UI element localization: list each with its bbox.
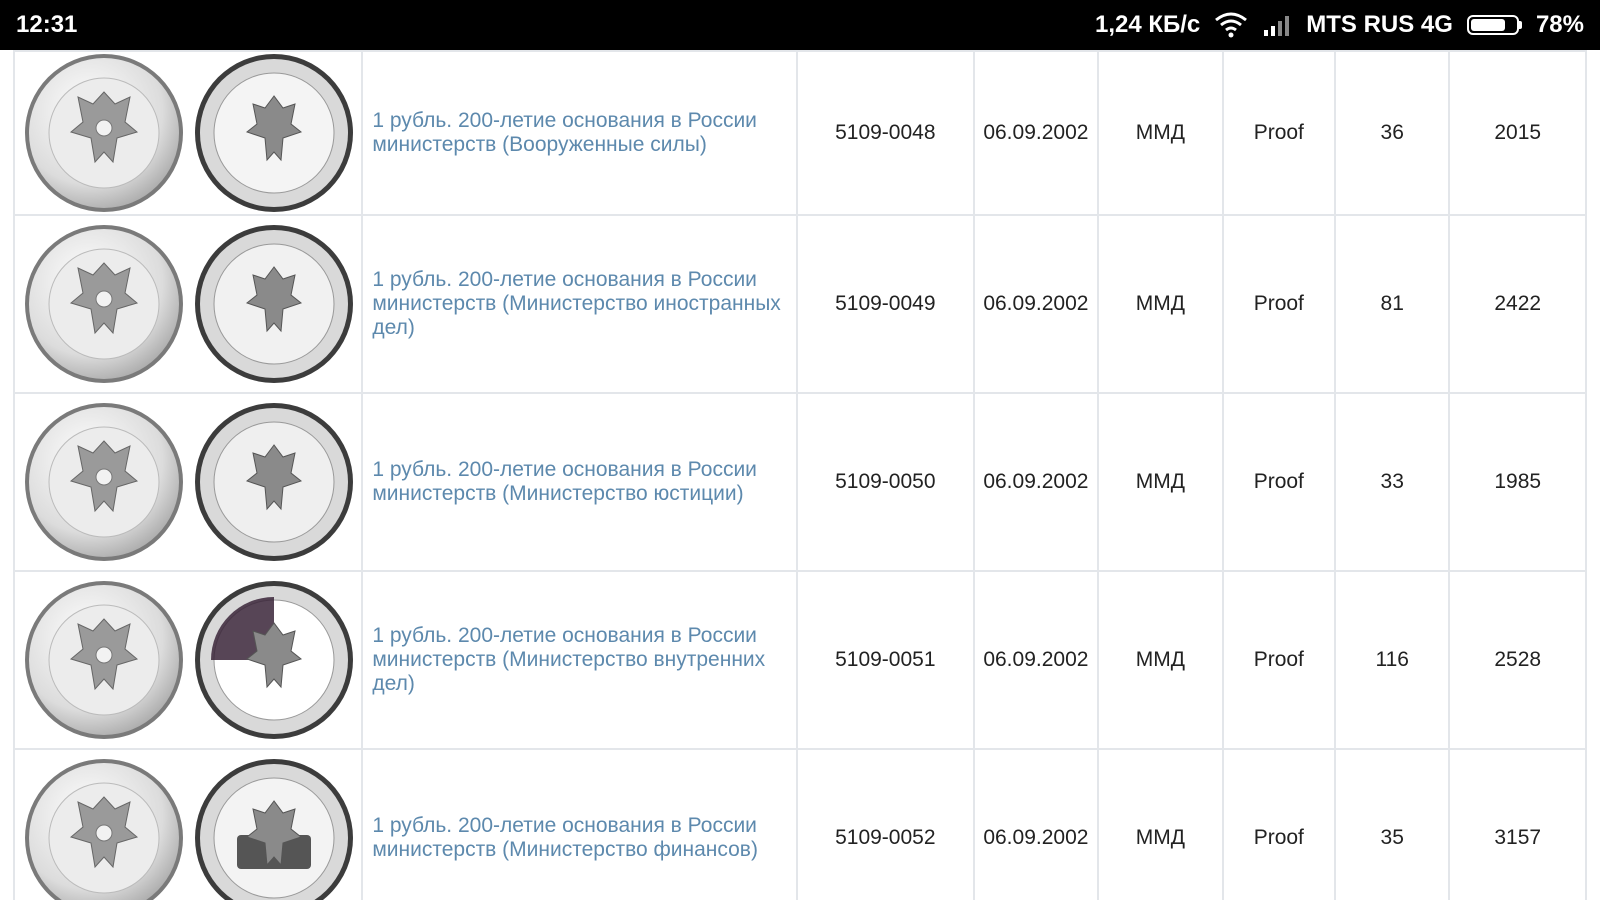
coin-name-cell: 1 рубль. 200-летие основания в России ми… (361, 214, 798, 394)
coin-name-cell: 1 рубль. 200-летие основания в России ми… (361, 748, 798, 900)
coin-obverse-image[interactable] (23, 757, 185, 900)
quality-cell: Proof (1221, 392, 1337, 572)
mint-cell: ММД (1097, 214, 1224, 394)
coin-reverse-image[interactable] (193, 401, 355, 563)
coin-table-container[interactable]: 1 рубль. 200-летие основания в России ми… (13, 50, 1587, 900)
price-cell: 2528 (1448, 570, 1587, 750)
quality-cell: Proof (1221, 748, 1337, 900)
table-row[interactable]: 1 рубль. 200-летие основания в России ми… (13, 570, 1587, 750)
mint-cell: ММД (1097, 570, 1224, 750)
issue-date-cell: 06.09.2002 (972, 570, 1100, 750)
wifi-icon (1214, 12, 1248, 38)
coin-reverse-image[interactable] (193, 52, 355, 214)
price-cell: 2422 (1448, 214, 1587, 394)
coin-images-cell (13, 748, 364, 900)
price-cell: 3157 (1448, 748, 1587, 900)
catalog-code-cell: 5109-0049 (795, 214, 975, 394)
coin-name-link[interactable]: 1 рубль. 200-летие основания в России ми… (372, 458, 792, 506)
battery-icon (1466, 15, 1522, 35)
coin-obverse-image[interactable] (23, 579, 185, 741)
table-row[interactable]: 1 рубль. 200-летие основания в России ми… (13, 748, 1587, 900)
catalog-code-cell: 5109-0050 (795, 392, 975, 572)
number-cell: 36 (1334, 50, 1451, 216)
number-cell: 116 (1334, 570, 1451, 750)
issue-date-cell: 06.09.2002 (972, 50, 1100, 216)
signal-icon (1262, 14, 1292, 36)
catalog-code-cell: 5109-0048 (795, 50, 975, 216)
quality-cell: Proof (1221, 214, 1337, 394)
mint-cell: ММД (1097, 392, 1224, 572)
price-cell: 2015 (1448, 50, 1587, 216)
issue-date-cell: 06.09.2002 (972, 214, 1100, 394)
status-time: 12:31 (16, 11, 78, 38)
number-cell: 35 (1334, 748, 1451, 900)
quality-cell: Proof (1221, 50, 1337, 216)
coin-images-cell (13, 392, 364, 572)
table-row[interactable]: 1 рубль. 200-летие основания в России ми… (13, 392, 1587, 572)
table-row[interactable]: 1 рубль. 200-летие основания в России ми… (13, 214, 1587, 394)
price-cell: 1985 (1448, 392, 1587, 572)
coin-images-cell (13, 570, 364, 750)
issue-date-cell: 06.09.2002 (972, 748, 1100, 900)
coin-reverse-image[interactable] (193, 757, 355, 900)
coin-obverse-image[interactable] (23, 52, 185, 214)
battery-percent: 78% (1535, 11, 1584, 38)
coin-name-link[interactable]: 1 рубль. 200-летие основания в России ми… (372, 268, 792, 340)
quality-cell: Proof (1221, 570, 1337, 750)
coin-table: 1 рубль. 200-летие основания в России ми… (13, 50, 1587, 900)
issue-date-cell: 06.09.2002 (972, 392, 1100, 572)
coin-name-cell: 1 рубль. 200-летие основания в России ми… (361, 570, 798, 750)
coin-reverse-image[interactable] (193, 579, 355, 741)
mint-cell: ММД (1097, 748, 1224, 900)
number-cell: 33 (1334, 392, 1451, 572)
network-speed: 1,24 КБ/с (1094, 11, 1201, 38)
catalog-code-cell: 5109-0051 (795, 570, 975, 750)
coin-reverse-image[interactable] (193, 223, 355, 385)
coin-images-cell (13, 50, 364, 216)
coin-name-cell: 1 рубль. 200-летие основания в России ми… (361, 50, 798, 216)
coin-obverse-image[interactable] (23, 401, 185, 563)
coin-name-link[interactable]: 1 рубль. 200-летие основания в России ми… (372, 814, 792, 862)
number-cell: 81 (1334, 214, 1451, 394)
coin-obverse-image[interactable] (23, 223, 185, 385)
status-right: 1,24 КБ/с MTS RUS 4G 78% (1095, 11, 1584, 39)
table-row[interactable]: 1 рубль. 200-летие основания в России ми… (13, 50, 1587, 216)
coin-name-link[interactable]: 1 рубль. 200-летие основания в России ми… (372, 109, 792, 157)
coin-name-cell: 1 рубль. 200-летие основания в России ми… (361, 392, 798, 572)
coin-images-cell (13, 214, 364, 394)
mint-cell: ММД (1097, 50, 1224, 216)
catalog-code-cell: 5109-0052 (795, 748, 975, 900)
coin-name-link[interactable]: 1 рубль. 200-летие основания в России ми… (372, 624, 792, 696)
status-bar: 12:31 1,24 КБ/с MTS RUS 4G 78% (0, 0, 1600, 50)
carrier-name: MTS RUS 4G (1306, 11, 1453, 38)
